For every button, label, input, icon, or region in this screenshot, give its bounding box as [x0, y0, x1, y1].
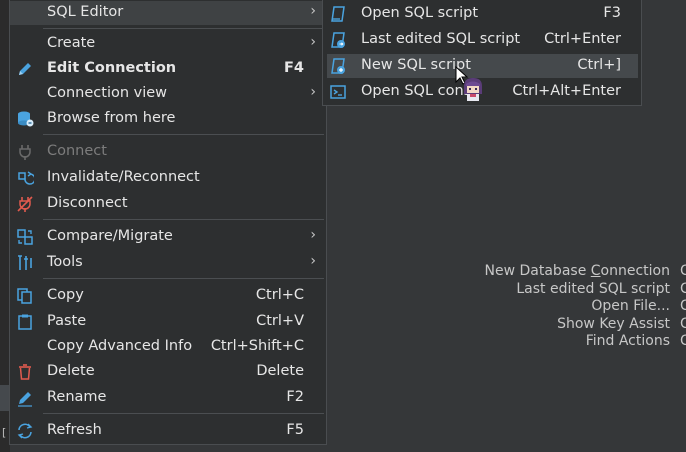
menu-separator [43, 134, 324, 135]
menu-item-refresh[interactable]: Refresh F5 [10, 419, 326, 443]
chevron-right-icon: › [310, 84, 316, 100]
hint-shortcut: C [680, 280, 686, 297]
pencil-icon [16, 60, 34, 78]
chevron-right-icon: › [310, 227, 316, 243]
sql-script-new-icon [329, 57, 347, 75]
hint-new-database-connection[interactable]: New Database Connection [485, 263, 670, 281]
hint-shortcut: C [680, 263, 686, 279]
submenu-item-open-sql-script[interactable]: Open SQL script F3 [323, 2, 641, 26]
menu-item-compare-migrate[interactable]: Compare/Migrate › [10, 225, 326, 249]
menu-item-connect: Connect [10, 140, 326, 164]
menu-separator [43, 413, 324, 414]
chevron-right-icon: › [310, 253, 316, 269]
menu-separator [43, 219, 324, 220]
hint-open-file[interactable]: Open File... [485, 298, 670, 316]
avatar-sprite-icon [461, 76, 485, 102]
sql-script-icon [329, 5, 347, 23]
menu-item-disconnect[interactable]: Disconnect [10, 192, 326, 216]
hint-find-actions[interactable]: Find Actions [485, 333, 670, 351]
disconnect-icon [16, 195, 34, 213]
hint-shortcut: C [680, 333, 686, 349]
refresh-icon [16, 422, 34, 440]
compare-icon [16, 228, 34, 246]
chevron-right-icon: › [310, 3, 316, 19]
menu-item-sql-editor[interactable]: SQL Editor › [10, 1, 326, 25]
rename-icon [16, 389, 34, 407]
plug-icon [16, 143, 34, 161]
menu-separator [43, 28, 324, 29]
menu-item-connection-view[interactable]: Connection view › [10, 82, 326, 106]
menu-item-rename[interactable]: Rename F2 [10, 386, 326, 410]
reconnect-icon [16, 169, 36, 187]
context-menu: SQL Editor › Create › Edit Connection F4… [9, 0, 327, 445]
hint-show-key-assist[interactable]: Show Key Assist [485, 316, 670, 334]
chevron-right-icon: › [310, 34, 316, 50]
tools-icon [16, 254, 34, 272]
menu-separator [43, 278, 324, 279]
menu-item-create[interactable]: Create › [10, 32, 326, 56]
submenu-item-new-sql-script[interactable]: New SQL script Ctrl+] [327, 54, 638, 78]
menu-item-paste[interactable]: Paste Ctrl+V [10, 310, 326, 334]
left-panel-bracket: [ [2, 426, 7, 439]
trash-icon [16, 363, 34, 381]
menu-item-edit-connection[interactable]: Edit Connection F4 [10, 57, 326, 81]
sql-console-icon [329, 83, 347, 101]
hint-shortcut: C [680, 315, 686, 332]
welcome-hints-shortcuts: C C C C C [680, 263, 686, 351]
submenu-item-last-edited-sql-script[interactable]: Last edited SQL script Ctrl+Enter [323, 28, 641, 52]
database-icon [16, 110, 34, 128]
menu-item-copy[interactable]: Copy Ctrl+C [10, 284, 326, 308]
hint-last-edited-sql-script[interactable]: Last edited SQL script [485, 281, 670, 299]
welcome-hints: New Database Connection Last edited SQL … [485, 263, 670, 351]
menu-item-tools[interactable]: Tools › [10, 251, 326, 275]
menu-item-delete[interactable]: Delete Delete [10, 360, 326, 384]
copy-icon [16, 287, 34, 305]
menu-item-browse-from-here[interactable]: Browse from here [10, 107, 326, 131]
menu-item-copy-advanced-info[interactable]: Copy Advanced Info Ctrl+Shift+C [10, 335, 326, 359]
paste-icon [16, 313, 34, 331]
sql-script-recent-icon [329, 31, 347, 49]
menu-item-invalidate-reconnect[interactable]: Invalidate/Reconnect [10, 166, 326, 190]
hint-shortcut: C [680, 298, 686, 314]
